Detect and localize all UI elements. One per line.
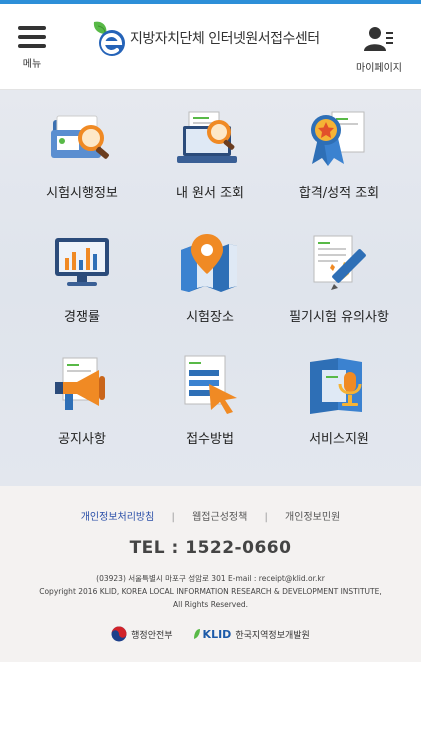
award-ribbon-icon bbox=[311, 111, 365, 166]
site-footer: 개인정보처리방침 | 웹접근성정책 | 개인정보민원 TEL : 1522-06… bbox=[0, 486, 421, 662]
partner-logos: 행정안전부 KLID 한국지역정보개발원 bbox=[0, 624, 421, 644]
user-profile-icon bbox=[364, 27, 393, 51]
tile-written-exam-notice[interactable]: 필기시험 유의사항 bbox=[269, 222, 409, 344]
klid-wordmark: KLID bbox=[202, 627, 232, 641]
tile-application-method[interactable]: 접수방법 bbox=[140, 344, 280, 466]
menu-label: 메뉴 bbox=[22, 59, 42, 70]
address-line: (03923) 서울특별시 마포구 성암로 301 E-mail : recei… bbox=[96, 574, 325, 583]
klid-leaf-icon bbox=[193, 629, 200, 639]
link-separator: | bbox=[171, 512, 175, 523]
tile-label: 시험장소 bbox=[186, 310, 234, 325]
tile-notices[interactable]: 공지사항 bbox=[12, 344, 152, 466]
menu-button[interactable]: 메뉴 bbox=[10, 26, 54, 72]
tile-label: 내 원서 조회 bbox=[175, 186, 245, 201]
klid-logo[interactable]: KLID 한국지역정보개발원 bbox=[193, 628, 310, 641]
tile-label: 시험시행정보 bbox=[46, 186, 118, 201]
tile-label: 공지사항 bbox=[58, 432, 106, 447]
form-cursor-icon bbox=[184, 355, 237, 414]
folder-search-icon bbox=[51, 115, 109, 159]
map-pin-icon bbox=[181, 234, 237, 292]
mois-name: 행정안전부 bbox=[131, 630, 173, 641]
copyright-line: Copyright 2016 KLID, KOREA LOCAL INFORMA… bbox=[39, 587, 382, 596]
laptop-search-icon bbox=[177, 111, 237, 163]
main-menu-grid: 시험시행정보 내 원서 조회 합격/성적 조회 경쟁률 시험장소 필기시험 유의… bbox=[0, 90, 421, 486]
tile-my-application[interactable]: 내 원서 조회 bbox=[140, 98, 280, 220]
link-separator: | bbox=[264, 512, 268, 523]
tile-exam-location[interactable]: 시험장소 bbox=[140, 222, 280, 344]
site-title: 지방자치단체 인터넷원서접수센터 bbox=[130, 31, 320, 47]
privacy-policy-link[interactable]: 개인정보처리방침 bbox=[81, 512, 155, 523]
web-accessibility-link[interactable]: 웹접근성정책 bbox=[192, 512, 247, 523]
tile-service-support[interactable]: 서비스지원 bbox=[269, 344, 409, 466]
book-microphone-icon bbox=[310, 358, 362, 414]
phone-number: TEL : 1522-0660 bbox=[129, 538, 292, 558]
app-header: 메뉴 지방자치단체 인터넷원서접수센터 마이페이지 bbox=[0, 4, 421, 90]
mypage-button[interactable]: 마이페이지 bbox=[351, 26, 407, 74]
document-pencil-icon bbox=[313, 235, 366, 290]
site-logo[interactable]: 지방자치단체 인터넷원서접수센터 bbox=[88, 18, 320, 58]
rights-line: All Rights Reserved. bbox=[172, 600, 248, 609]
address-block: (03923) 서울특별시 마포구 성암로 301 E-mail : recei… bbox=[0, 572, 421, 611]
hamburger-icon bbox=[18, 26, 46, 48]
klid-name: 한국지역정보개발원 bbox=[235, 630, 310, 641]
bar-chart-monitor-icon bbox=[55, 238, 109, 286]
tile-label: 필기시험 유의사항 bbox=[289, 310, 389, 325]
mypage-label: 마이페이지 bbox=[356, 63, 402, 74]
privacy-complaint-link[interactable]: 개인정보민원 bbox=[285, 512, 340, 523]
tile-exam-info[interactable]: 시험시행정보 bbox=[12, 98, 152, 220]
e-leaf-logo-icon bbox=[93, 21, 125, 56]
tile-result-inquiry[interactable]: 합격/성적 조회 bbox=[269, 98, 409, 220]
tile-label: 합격/성적 조회 bbox=[298, 186, 380, 201]
tile-label: 경쟁률 bbox=[64, 310, 100, 325]
megaphone-icon bbox=[55, 357, 105, 410]
tile-label: 접수방법 bbox=[186, 432, 234, 447]
taegeuk-emblem-icon bbox=[111, 626, 127, 642]
tile-label: 서비스지원 bbox=[309, 432, 369, 447]
tile-competition-rate[interactable]: 경쟁률 bbox=[12, 222, 152, 344]
mois-logo[interactable]: 행정안전부 bbox=[111, 626, 173, 642]
footer-links: 개인정보처리방침 | 웹접근성정책 | 개인정보민원 bbox=[0, 508, 421, 523]
